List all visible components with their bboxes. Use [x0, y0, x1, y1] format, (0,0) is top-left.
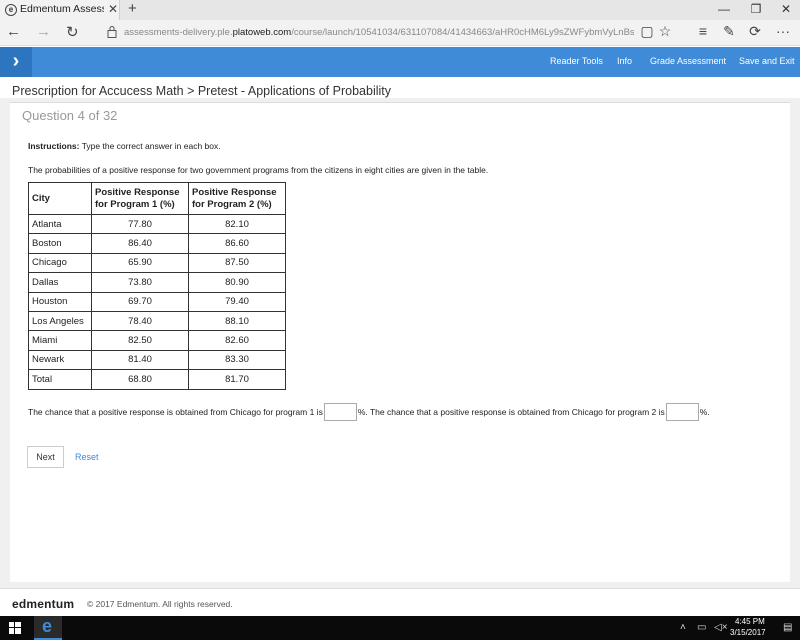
- table-row: Dallas 73.80 80.90: [28, 272, 286, 293]
- clock-date[interactable]: 3/15/2017: [730, 628, 766, 637]
- footer: edmentum © 2017 Edmentum. All rights res…: [0, 588, 800, 616]
- table-cell: 69.70: [91, 291, 189, 312]
- browser-tab-strip: e Edmentum Assessment: ✕ + — ❐ ✕: [0, 0, 800, 20]
- table-cell: 86.40: [91, 233, 189, 254]
- table-header-row: City Positive Response for Program 1 (%)…: [28, 182, 286, 215]
- probability-table: City Positive Response for Program 1 (%)…: [28, 182, 286, 390]
- table-cell: Total: [28, 369, 92, 390]
- refresh-icon[interactable]: ↻: [66, 23, 79, 41]
- edge-taskbar-button[interactable]: e: [34, 616, 62, 640]
- answer-input-program1[interactable]: [323, 403, 357, 421]
- restore-icon[interactable]: ❐: [746, 2, 766, 16]
- column-header-city: City: [28, 182, 92, 215]
- table-row: Total 68.80 81.70: [28, 369, 286, 390]
- table-cell: 82.50: [91, 330, 189, 351]
- favorite-star-icon[interactable]: ☆: [656, 23, 674, 40]
- table-cell: 82.60: [188, 330, 286, 351]
- forward-icon[interactable]: →: [36, 23, 51, 40]
- table-cell: Dallas: [28, 272, 92, 293]
- back-icon[interactable]: ←: [6, 23, 21, 40]
- sentence-part2: %. The chance that a positive response i…: [357, 407, 665, 417]
- url-domain: platoweb.com: [232, 27, 292, 38]
- table-cell: 87.50: [188, 252, 286, 274]
- edmentum-logo: edmentum: [12, 597, 75, 611]
- instructions: Instructions: Type the correct answer in…: [28, 141, 221, 151]
- table-cell: 86.60: [188, 233, 286, 254]
- volume-muted-icon[interactable]: ◁×: [714, 622, 728, 633]
- reset-link[interactable]: Reset: [75, 452, 99, 462]
- url-path: /course/launch/10541034/631107084/414346…: [291, 27, 634, 38]
- table-row: Chicago 65.90 87.50: [28, 252, 286, 274]
- table-row: Miami 82.50 82.60: [28, 330, 286, 351]
- table-cell: 68.80: [91, 369, 189, 390]
- chevron-right-icon[interactable]: ›: [0, 47, 32, 77]
- browser-tab[interactable]: e Edmentum Assessment: ✕: [0, 0, 120, 20]
- tray-chevron-up-icon[interactable]: ˄: [680, 622, 686, 633]
- sentence-part1: The chance that a positive response is o…: [28, 407, 323, 417]
- table-row: Houston 69.70 79.40: [28, 291, 286, 312]
- address-bar[interactable]: assessments-delivery.ple.platoweb.com/co…: [124, 27, 634, 38]
- table-cell: Los Angeles: [28, 310, 92, 332]
- table-row: Los Angeles 78.40 88.10: [28, 310, 286, 332]
- lock-icon: [107, 26, 117, 38]
- table-cell: Boston: [28, 233, 92, 254]
- windows-start-icon[interactable]: [0, 616, 30, 640]
- column-header-program1: Positive Response for Program 1 (%): [91, 182, 189, 215]
- table-cell: Atlanta: [28, 213, 92, 235]
- breadcrumb: Prescription for Accucess Math > Pretest…: [12, 84, 391, 98]
- table-cell: 73.80: [91, 272, 189, 293]
- table-cell: 77.80: [91, 213, 189, 235]
- reader-tools-button[interactable]: Reader Tools: [550, 56, 603, 66]
- edge-icon: e: [42, 616, 53, 636]
- answer-sentence: The chance that a positive response is o…: [28, 403, 710, 421]
- table-row: Boston 86.40 86.60: [28, 233, 286, 254]
- table-cell: 88.10: [188, 310, 286, 332]
- info-button[interactable]: Info: [617, 56, 632, 66]
- notifications-icon[interactable]: ▤: [783, 622, 792, 633]
- column-header-program2: Positive Response for Program 2 (%): [188, 182, 286, 215]
- table-cell: 80.90: [188, 272, 286, 293]
- question-prompt: The probabilities of a positive response…: [28, 165, 489, 175]
- more-icon[interactable]: ···: [774, 23, 792, 39]
- table-cell: Houston: [28, 291, 92, 312]
- table-cell: Newark: [28, 349, 92, 371]
- table-cell: Chicago: [28, 252, 92, 274]
- share-icon[interactable]: ⟳: [746, 23, 764, 40]
- close-tab-icon[interactable]: ✕: [108, 2, 118, 16]
- table-cell: 82.10: [188, 213, 286, 235]
- question-header: Question 4 of 32: [22, 108, 118, 123]
- table-cell: 81.40: [91, 349, 189, 371]
- network-icon[interactable]: ▭: [697, 622, 706, 633]
- save-and-exit-button[interactable]: Save and Exit: [739, 56, 795, 66]
- web-note-icon[interactable]: ✎: [720, 23, 738, 40]
- instructions-text: Type the correct answer in each box.: [79, 141, 221, 151]
- copyright-text: © 2017 Edmentum. All rights reserved.: [87, 599, 233, 609]
- grade-assessment-button[interactable]: Grade Assessment: [650, 56, 726, 66]
- close-window-icon[interactable]: ✕: [776, 2, 796, 16]
- tab-title: Edmentum Assessment:: [20, 3, 104, 15]
- url-prefix: assessments-delivery.ple.: [124, 27, 233, 38]
- next-button[interactable]: Next: [27, 446, 64, 468]
- browser-navbar: ← → ↻ assessments-delivery.ple.platoweb.…: [0, 20, 800, 46]
- edge-favicon-icon: e: [5, 4, 17, 16]
- table-cell: Miami: [28, 330, 92, 351]
- hub-icon[interactable]: ≡: [694, 23, 712, 39]
- answer-input-program2[interactable]: [665, 403, 699, 421]
- table-cell: 79.40: [188, 291, 286, 312]
- table-cell: 78.40: [91, 310, 189, 332]
- table-cell: 65.90: [91, 252, 189, 274]
- table-cell: 81.70: [188, 369, 286, 390]
- taskbar: e ˄ ▭ ◁× 4:45 PM 3/15/2017 ▤: [0, 616, 800, 640]
- clock-time[interactable]: 4:45 PM: [735, 617, 765, 626]
- instructions-label: Instructions:: [28, 141, 80, 151]
- table-cell: 83.30: [188, 349, 286, 371]
- sentence-part3: %.: [699, 407, 710, 417]
- new-tab-icon[interactable]: +: [128, 0, 137, 17]
- minimize-icon[interactable]: —: [714, 2, 734, 16]
- app-header: › Reader Tools Info Grade Assessment Sav…: [0, 47, 800, 77]
- table-row: Atlanta 77.80 82.10: [28, 213, 286, 235]
- reading-view-icon[interactable]: ▢: [638, 23, 656, 40]
- table-row: Newark 81.40 83.30: [28, 349, 286, 371]
